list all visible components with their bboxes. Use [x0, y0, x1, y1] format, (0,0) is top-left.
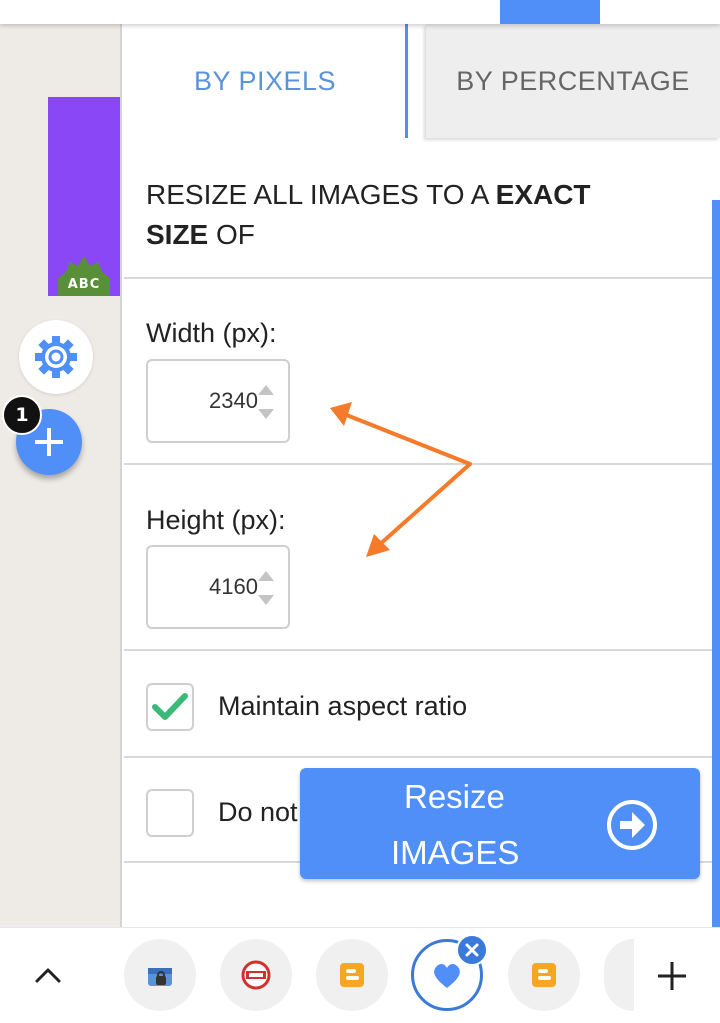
thumbnail-badge-text: ABC [67, 277, 101, 292]
second-option-label[interactable]: Do not [218, 797, 298, 828]
maintain-aspect-label[interactable]: Maintain aspect ratio [218, 691, 467, 722]
width-input[interactable]: 2340 [146, 359, 290, 443]
height-decrement[interactable] [256, 591, 276, 609]
red-app-icon [241, 960, 271, 990]
spin-down-icon [258, 595, 274, 605]
title-prefix: RESIZE ALL IMAGES TO A [146, 179, 496, 210]
width-value: 2340 [209, 388, 258, 413]
height-value: 4160 [209, 574, 258, 599]
title-bold-size: SIZE [146, 219, 209, 250]
settings-button[interactable] [19, 320, 93, 394]
new-tab-button[interactable] [650, 958, 694, 994]
height-increment[interactable] [256, 567, 276, 585]
resize-button-line2: IMAGES [391, 834, 520, 871]
spin-down-icon [258, 409, 274, 419]
width-decrement[interactable] [256, 405, 276, 423]
top-bar [0, 0, 720, 24]
bottom-tab-bar [0, 927, 720, 1023]
checkmark-icon [152, 693, 188, 720]
heart-app-icon [434, 964, 460, 988]
close-app-button[interactable] [456, 934, 488, 966]
second-option-checkbox[interactable] [146, 789, 194, 837]
divider [124, 277, 712, 279]
chevron-up-icon [35, 968, 61, 983]
tab-by-pixels[interactable]: BY PIXELS [124, 24, 406, 138]
gear-icon [35, 336, 77, 378]
open-app-blogger-1[interactable] [316, 939, 388, 1011]
divider [124, 756, 712, 758]
open-app-blogger-2[interactable] [508, 939, 580, 1011]
top-bar-accent [500, 0, 600, 24]
arrow-right-circle-icon [607, 800, 657, 850]
expand-button[interactable] [28, 958, 68, 992]
open-app-store[interactable] [124, 939, 196, 1011]
spin-up-icon [258, 385, 274, 395]
plus-icon [35, 428, 63, 456]
open-app-partial[interactable] [604, 939, 634, 1011]
height-label: Height (px): [146, 505, 286, 535]
width-label: Width (px): [146, 318, 277, 348]
blogger-icon [532, 963, 556, 987]
active-tab-indicator [405, 24, 408, 138]
store-lock-icon [148, 968, 172, 986]
width-increment[interactable] [256, 381, 276, 399]
app-screen: ABC 1 BY PIXELS BY PERCENTAGE RESIZE ALL… [0, 0, 720, 1023]
title-suffix: OF [208, 219, 255, 250]
section-title: RESIZE ALL IMAGES TO A EXACT SIZE OF [146, 175, 686, 255]
height-input[interactable]: 4160 [146, 545, 290, 629]
title-bold-exact: EXACT [495, 179, 591, 210]
open-app-red[interactable] [220, 939, 292, 1011]
image-count-badge: 1 [2, 395, 42, 435]
resize-button-line1: Resize [404, 778, 505, 815]
maintain-aspect-checkbox[interactable] [146, 683, 194, 731]
left-sidebar: ABC 1 [0, 24, 122, 927]
resize-images-button[interactable]: Resize IMAGES [300, 768, 700, 879]
annotation-arrows [330, 402, 472, 557]
tab-by-percentage[interactable]: BY PERCENTAGE [426, 24, 720, 138]
close-icon [465, 943, 479, 957]
spin-up-icon [258, 571, 274, 581]
plus-icon [658, 962, 686, 990]
divider [124, 649, 712, 651]
image-thumbnail[interactable]: ABC [48, 97, 120, 296]
scrollbar[interactable] [712, 200, 720, 927]
blogger-icon [340, 963, 364, 987]
